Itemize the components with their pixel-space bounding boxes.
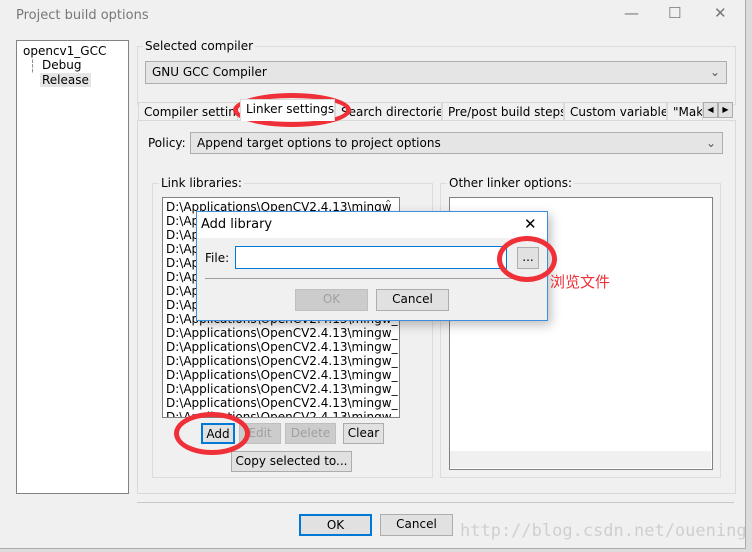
horizontal-scrollbar[interactable] [450, 451, 711, 468]
compiler-value: GNU GCC Compiler [152, 65, 267, 79]
link-libraries-label: Link libraries: [159, 176, 244, 190]
file-label: File: [205, 251, 230, 265]
delete-button[interactable]: Delete [285, 423, 336, 444]
copy-selected-to-button[interactable]: Copy selected to... [231, 451, 352, 472]
ok-button[interactable]: OK [299, 514, 372, 536]
annotation-circle-browse [497, 236, 557, 282]
watermark: http://blog.csdn.net/ouening [460, 521, 747, 541]
tree-item-release[interactable]: Release [40, 73, 91, 87]
tab-linker-settings[interactable]: Linker settings [240, 99, 335, 121]
chevron-down-icon: ⌄ [709, 65, 720, 79]
cancel-button[interactable]: Cancel [380, 514, 453, 536]
scroll-down-icon[interactable]: ⌄ [384, 398, 392, 409]
clear-button[interactable]: Clear [343, 423, 384, 444]
link-library-item[interactable]: D:\Applications\OpenCV2.4.13\mingw_ [166, 354, 398, 368]
tab-scroll-right-icon[interactable]: ▶ [718, 102, 733, 118]
scroll-up-icon[interactable]: ⌃ [384, 199, 392, 210]
annotation-circle-add [174, 412, 250, 455]
policy-value: Append target options to project options [197, 136, 441, 150]
tab-pre-post-build-steps[interactable]: Pre/post build steps [442, 102, 564, 121]
tab-make-commands[interactable]: "Make" commands [667, 102, 703, 121]
link-library-item[interactable]: D:\Applications\OpenCV2.4.13\mingw_ [166, 340, 398, 354]
add-library-dialog: Add library ✕ File: ... OK Cancel [196, 211, 548, 321]
maximize-icon[interactable]: ☐ [668, 4, 681, 22]
link-library-item[interactable]: D:\Applications\OpenCV2.4.13\mingw_ [166, 382, 398, 396]
tab-search-directories[interactable]: Search directories [335, 102, 442, 121]
tab-scroll-left-icon[interactable]: ◀ [703, 102, 718, 118]
policy-label: Policy: [148, 136, 186, 150]
tree-item-debug[interactable]: Debug [42, 58, 81, 72]
policy-select[interactable]: Append target options to project options… [190, 132, 723, 154]
tab-custom-variables[interactable]: Custom variables [564, 102, 667, 121]
dialog-ok-button[interactable]: OK [295, 289, 368, 311]
dialog-cancel-button[interactable]: Cancel [376, 289, 449, 311]
close-icon[interactable]: ✕ [714, 4, 727, 22]
annotation-text: 浏览文件 [550, 273, 611, 291]
file-input[interactable] [235, 246, 507, 269]
other-linker-options-label: Other linker options: [447, 176, 575, 190]
chevron-down-icon: ⌄ [705, 136, 716, 150]
minimize-icon[interactable]: — [624, 4, 639, 22]
tab-compiler-settings[interactable]: Compiler settings [138, 102, 238, 121]
window-title: Project build options [16, 8, 149, 23]
target-tree[interactable]: opencv1_GCC ┆ Debug Release [16, 40, 129, 494]
link-library-item[interactable]: D:\Applications\OpenCV2.4.13\mingw_ [166, 326, 398, 340]
selected-compiler-label: Selected compiler [143, 39, 256, 53]
dialog-title: Add library [201, 217, 273, 232]
compiler-select[interactable]: GNU GCC Compiler ⌄ [145, 61, 727, 84]
dialog-close-icon[interactable]: ✕ [524, 215, 537, 233]
tree-root[interactable]: opencv1_GCC [23, 44, 106, 58]
link-library-item[interactable]: D:\Applications\OpenCV2.4.13\mingw_ [166, 396, 398, 410]
link-library-item[interactable]: D:\Applications\OpenCV2.4.13\mingw_ [166, 368, 398, 382]
